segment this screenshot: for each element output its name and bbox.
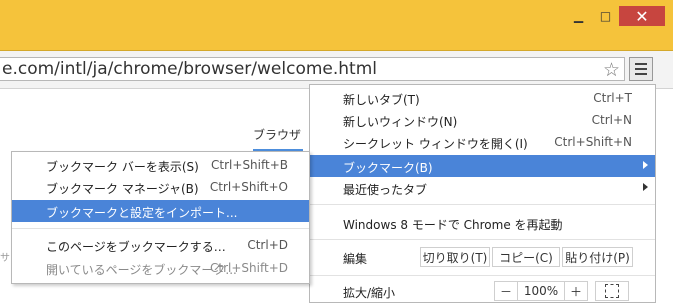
submenu-item-label: このページをブックマークする… (46, 240, 226, 254)
paste-button[interactable]: 貼り付け(P) (562, 247, 633, 267)
menu-item-label: 新しいタブ(T) (343, 93, 420, 107)
menu-item-label: 新しいウィンドウ(N) (343, 115, 458, 129)
menu-icon-bar (635, 73, 647, 75)
page-edge-text: サ (0, 253, 10, 264)
browser-window-frame: ▁ □ ✕ e.com/intl/ja/chrome/browser/welco… (0, 0, 673, 304)
submenu-item-shortcut: Ctrl+Shift+B (211, 158, 288, 172)
submenu-arrow-icon (643, 183, 648, 191)
fullscreen-button[interactable] (595, 281, 629, 301)
menu-item-label: ブックマーク(B) (343, 161, 433, 175)
menu-item-incognito[interactable]: シークレット ウィンドウを開く(I) Ctrl+Shift+N (310, 131, 655, 153)
submenu-item-shortcut: Ctrl+D (247, 238, 288, 252)
submenu-item-show-bookmark-bar[interactable]: ブックマーク バーを表示(S) Ctrl+Shift+B (12, 154, 309, 176)
submenu-item-bookmark-manager[interactable]: ブックマーク マネージャ(B) Ctrl+Shift+O (12, 176, 309, 198)
cut-button[interactable]: 切り取り(T) (420, 247, 490, 267)
submenu-arrow-icon (643, 161, 648, 169)
menu-edit-row: 編集 切り取り(T) コピー(C) 貼り付け(P) (310, 244, 655, 270)
minimize-button[interactable]: ▁ (565, 6, 592, 26)
maximize-button[interactable]: □ (592, 6, 619, 26)
menu-item-shortcut: Ctrl+Shift+N (554, 135, 632, 149)
zoom-in-button[interactable]: ＋ (564, 281, 588, 301)
submenu-item-label: ブックマーク マネージャ(B) (46, 182, 199, 196)
menu-separator (310, 239, 655, 240)
menu-item-label: Windows 8 モードで Chrome を再起動 (343, 218, 563, 232)
paste-label: 貼り付け(P) (565, 250, 630, 265)
menu-separator (310, 204, 655, 205)
submenu-item-shortcut: Ctrl+Shift+O (209, 180, 288, 194)
menu-item-label: 最近使ったタブ (343, 183, 428, 197)
cut-label: 切り取り(T) (422, 250, 488, 265)
fullscreen-icon (605, 284, 619, 298)
menu-item-recent-tabs[interactable]: 最近使ったタブ (310, 177, 655, 199)
bookmark-star-icon[interactable]: ☆ (603, 59, 620, 81)
menu-item-new-window[interactable]: 新しいウィンドウ(N) Ctrl+N (310, 109, 655, 131)
submenu-item-label: ブックマーク バーを表示(S) (46, 160, 199, 174)
menu-item-shortcut: Ctrl+T (593, 91, 632, 105)
address-bar[interactable]: e.com/intl/ja/chrome/browser/welcome.htm… (0, 57, 625, 81)
minimize-icon: ▁ (573, 9, 584, 23)
zoom-value: 100% (518, 281, 564, 301)
menu-icon-bar (635, 63, 647, 65)
submenu-item-bookmark-open-pages: 開いているページをブックマーク... Ctrl+Shift+D (12, 257, 309, 279)
submenu-item-label: 開いているページをブックマーク... (46, 263, 237, 277)
submenu-item-label: ブックマークと設定をインポート... (46, 206, 238, 220)
title-bar: ▁ □ ✕ (0, 0, 673, 34)
menu-zoom-row: 拡大/縮小 － 100% ＋ (310, 278, 655, 304)
submenu-item-shortcut: Ctrl+Shift+D (210, 261, 288, 275)
zoom-label: 拡大/縮小 (343, 286, 396, 300)
nav-browser-label[interactable]: ブラウザ (253, 126, 301, 143)
submenu-separator (12, 228, 309, 229)
menu-item-restart-win8[interactable]: Windows 8 モードで Chrome を再起動 (310, 212, 655, 234)
address-url: e.com/intl/ja/chrome/browser/welcome.htm… (2, 59, 377, 79)
zoom-out-button[interactable]: － (494, 281, 518, 301)
maximize-icon: □ (599, 9, 612, 23)
submenu-item-bookmark-page[interactable]: このページをブックマークする… Ctrl+D (12, 234, 309, 256)
menu-icon-bar (635, 68, 647, 70)
bookmarks-submenu: ブックマーク バーを表示(S) Ctrl+Shift+B ブックマーク マネージ… (11, 151, 310, 284)
chrome-main-menu: 新しいタブ(T) Ctrl+T 新しいウィンドウ(N) Ctrl+N シークレッ… (309, 84, 656, 303)
menu-item-label: シークレット ウィンドウを開く(I) (343, 137, 528, 151)
copy-label: コピー(C) (499, 250, 553, 265)
menu-item-new-tab[interactable]: 新しいタブ(T) Ctrl+T (310, 87, 655, 109)
chrome-menu-button[interactable] (629, 57, 653, 81)
zoom-out-icon: － (499, 284, 512, 299)
copy-button[interactable]: コピー(C) (492, 247, 560, 267)
submenu-item-import-bookmarks[interactable]: ブックマークと設定をインポート... (12, 200, 309, 222)
edit-label: 編集 (343, 252, 368, 266)
menu-separator (310, 275, 655, 276)
zoom-percent: 100% (523, 284, 559, 298)
menu-item-bookmarks[interactable]: ブックマーク(B) (310, 155, 655, 177)
zoom-in-icon: ＋ (569, 284, 582, 299)
close-button[interactable]: ✕ (619, 6, 665, 26)
close-icon: ✕ (635, 6, 649, 26)
menu-item-shortcut: Ctrl+N (591, 113, 632, 127)
